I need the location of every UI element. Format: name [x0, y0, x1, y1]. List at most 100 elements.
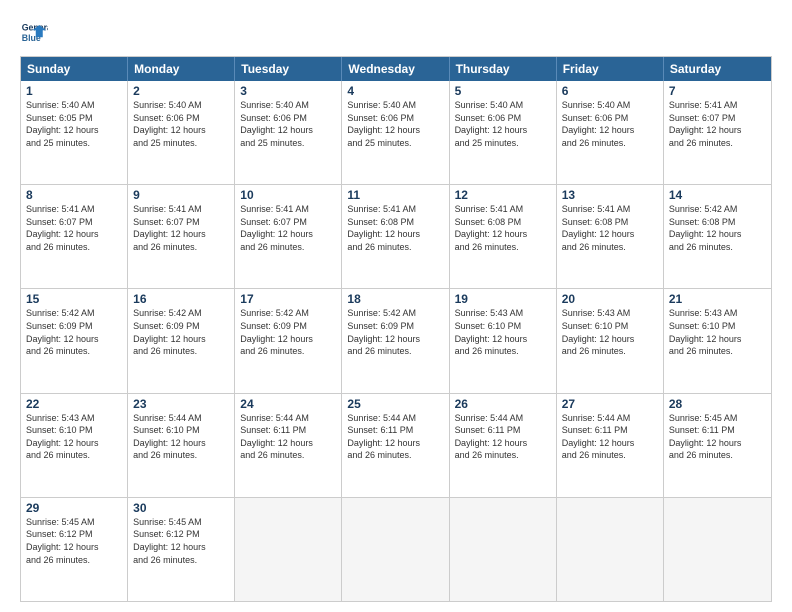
day-number: 3: [240, 84, 336, 98]
cell-line: and 26 minutes.: [347, 345, 443, 358]
cell-line: Daylight: 12 hours: [240, 228, 336, 241]
day-cell-2: 2Sunrise: 5:40 AMSunset: 6:06 PMDaylight…: [128, 81, 235, 184]
cell-line: Sunrise: 5:45 AM: [133, 516, 229, 529]
weekday-header-thursday: Thursday: [450, 57, 557, 81]
cell-line: Daylight: 12 hours: [562, 228, 658, 241]
cell-line: Sunset: 6:09 PM: [133, 320, 229, 333]
empty-cell: [235, 498, 342, 601]
cell-line: and 26 minutes.: [347, 449, 443, 462]
calendar-row-4: 22Sunrise: 5:43 AMSunset: 6:10 PMDayligh…: [21, 393, 771, 497]
day-number: 4: [347, 84, 443, 98]
day-number: 12: [455, 188, 551, 202]
cell-line: and 26 minutes.: [455, 345, 551, 358]
cell-line: Sunset: 6:08 PM: [455, 216, 551, 229]
cell-line: and 26 minutes.: [240, 241, 336, 254]
cell-line: Sunset: 6:07 PM: [133, 216, 229, 229]
cell-line: Daylight: 12 hours: [133, 541, 229, 554]
calendar-header: SundayMondayTuesdayWednesdayThursdayFrid…: [21, 57, 771, 81]
cell-line: and 26 minutes.: [26, 241, 122, 254]
cell-line: Daylight: 12 hours: [26, 333, 122, 346]
cell-line: Sunset: 6:12 PM: [26, 528, 122, 541]
cell-line: Sunrise: 5:43 AM: [26, 412, 122, 425]
cell-line: Sunset: 6:10 PM: [26, 424, 122, 437]
cell-line: Sunset: 6:10 PM: [669, 320, 766, 333]
cell-line: Sunset: 6:11 PM: [240, 424, 336, 437]
day-cell-9: 9Sunrise: 5:41 AMSunset: 6:07 PMDaylight…: [128, 185, 235, 288]
day-cell-11: 11Sunrise: 5:41 AMSunset: 6:08 PMDayligh…: [342, 185, 449, 288]
day-number: 1: [26, 84, 122, 98]
cell-line: and 26 minutes.: [669, 241, 766, 254]
cell-line: Daylight: 12 hours: [669, 124, 766, 137]
cell-line: and 25 minutes.: [455, 137, 551, 150]
calendar-body: 1Sunrise: 5:40 AMSunset: 6:05 PMDaylight…: [21, 81, 771, 601]
weekday-header-wednesday: Wednesday: [342, 57, 449, 81]
day-number: 20: [562, 292, 658, 306]
cell-line: Sunset: 6:06 PM: [133, 112, 229, 125]
day-number: 13: [562, 188, 658, 202]
day-cell-15: 15Sunrise: 5:42 AMSunset: 6:09 PMDayligh…: [21, 289, 128, 392]
cell-line: Sunrise: 5:42 AM: [347, 307, 443, 320]
weekday-header-saturday: Saturday: [664, 57, 771, 81]
day-number: 26: [455, 397, 551, 411]
cell-line: and 26 minutes.: [562, 241, 658, 254]
cell-line: Sunset: 6:08 PM: [562, 216, 658, 229]
weekday-header-sunday: Sunday: [21, 57, 128, 81]
cell-line: Daylight: 12 hours: [455, 124, 551, 137]
empty-cell: [342, 498, 449, 601]
cell-line: Sunset: 6:11 PM: [455, 424, 551, 437]
cell-line: Sunrise: 5:40 AM: [133, 99, 229, 112]
cell-line: Daylight: 12 hours: [562, 124, 658, 137]
page: General Blue SundayMondayTuesdayWednesda…: [0, 0, 792, 612]
cell-line: Daylight: 12 hours: [133, 437, 229, 450]
day-number: 7: [669, 84, 766, 98]
cell-line: and 26 minutes.: [347, 241, 443, 254]
day-cell-6: 6Sunrise: 5:40 AMSunset: 6:06 PMDaylight…: [557, 81, 664, 184]
cell-line: Sunset: 6:10 PM: [562, 320, 658, 333]
day-number: 22: [26, 397, 122, 411]
cell-line: Daylight: 12 hours: [347, 333, 443, 346]
day-cell-18: 18Sunrise: 5:42 AMSunset: 6:09 PMDayligh…: [342, 289, 449, 392]
cell-line: Daylight: 12 hours: [455, 437, 551, 450]
cell-line: Sunset: 6:08 PM: [669, 216, 766, 229]
day-number: 8: [26, 188, 122, 202]
cell-line: Daylight: 12 hours: [26, 228, 122, 241]
day-number: 19: [455, 292, 551, 306]
cell-line: Sunset: 6:06 PM: [240, 112, 336, 125]
logo-icon: General Blue: [20, 18, 48, 46]
cell-line: and 26 minutes.: [669, 137, 766, 150]
day-cell-21: 21Sunrise: 5:43 AMSunset: 6:10 PMDayligh…: [664, 289, 771, 392]
day-number: 24: [240, 397, 336, 411]
svg-text:General: General: [22, 22, 48, 32]
day-cell-30: 30Sunrise: 5:45 AMSunset: 6:12 PMDayligh…: [128, 498, 235, 601]
day-cell-1: 1Sunrise: 5:40 AMSunset: 6:05 PMDaylight…: [21, 81, 128, 184]
cell-line: Daylight: 12 hours: [347, 124, 443, 137]
day-number: 6: [562, 84, 658, 98]
cell-line: Sunrise: 5:45 AM: [26, 516, 122, 529]
cell-line: and 26 minutes.: [669, 345, 766, 358]
calendar-row-1: 1Sunrise: 5:40 AMSunset: 6:05 PMDaylight…: [21, 81, 771, 184]
cell-line: Sunset: 6:10 PM: [133, 424, 229, 437]
cell-line: Sunrise: 5:44 AM: [133, 412, 229, 425]
day-number: 21: [669, 292, 766, 306]
day-cell-23: 23Sunrise: 5:44 AMSunset: 6:10 PMDayligh…: [128, 394, 235, 497]
day-number: 27: [562, 397, 658, 411]
day-cell-5: 5Sunrise: 5:40 AMSunset: 6:06 PMDaylight…: [450, 81, 557, 184]
cell-line: Daylight: 12 hours: [562, 333, 658, 346]
cell-line: Sunset: 6:06 PM: [562, 112, 658, 125]
cell-line: and 26 minutes.: [669, 449, 766, 462]
cell-line: Sunrise: 5:43 AM: [562, 307, 658, 320]
cell-line: and 25 minutes.: [133, 137, 229, 150]
day-cell-25: 25Sunrise: 5:44 AMSunset: 6:11 PMDayligh…: [342, 394, 449, 497]
cell-line: and 26 minutes.: [133, 554, 229, 567]
logo: General Blue: [20, 18, 52, 46]
cell-line: Sunset: 6:07 PM: [26, 216, 122, 229]
weekday-header-tuesday: Tuesday: [235, 57, 342, 81]
cell-line: Sunrise: 5:44 AM: [347, 412, 443, 425]
cell-line: and 26 minutes.: [26, 554, 122, 567]
day-number: 18: [347, 292, 443, 306]
cell-line: and 26 minutes.: [133, 449, 229, 462]
cell-line: Sunrise: 5:40 AM: [240, 99, 336, 112]
empty-cell: [557, 498, 664, 601]
day-cell-3: 3Sunrise: 5:40 AMSunset: 6:06 PMDaylight…: [235, 81, 342, 184]
cell-line: Sunrise: 5:42 AM: [133, 307, 229, 320]
